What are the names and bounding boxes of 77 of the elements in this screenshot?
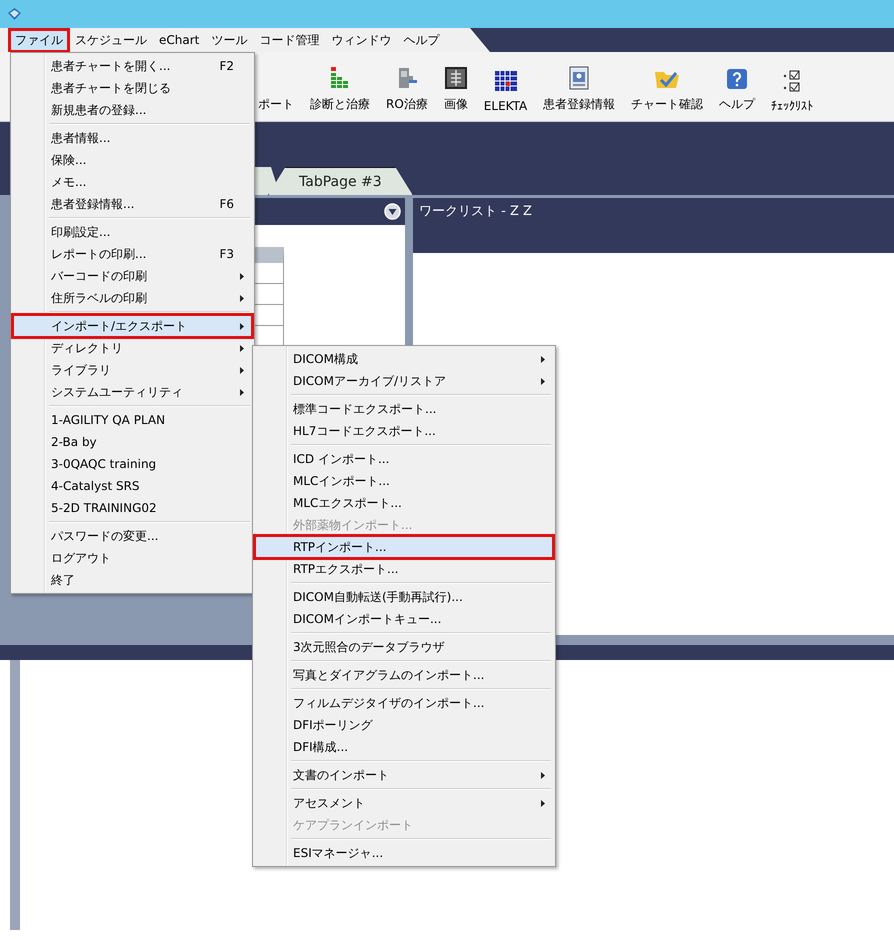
menu-item[interactable]: 新規患者の登録... [13, 99, 252, 121]
toolbar-button[interactable]: ﾁｪｯｸﾘｽﾄ [771, 69, 814, 113]
menu-item[interactable]: 終了 [13, 569, 252, 591]
dropdown-circle-icon[interactable] [384, 203, 401, 220]
menu-bar-item[interactable]: ツール [206, 30, 252, 50]
id-card-icon [567, 66, 592, 90]
menu-item[interactable]: メモ... [13, 171, 252, 193]
submenu-arrow-icon [240, 294, 244, 302]
menu-item[interactable]: 印刷設定... [13, 221, 252, 243]
menu-item[interactable]: 4-Catalyst SRS [13, 475, 252, 497]
submenu-arrow-icon [541, 356, 545, 362]
menu-item[interactable]: 患者登録情報... F6 [13, 193, 252, 215]
menu-item[interactable]: 患者チャートを閉じる [13, 77, 252, 99]
toolbar-button[interactable]: 患者登録情報 [543, 66, 616, 113]
menu-item[interactable]: DFIポーリング [255, 714, 553, 736]
toolbar-button[interactable]: ポート [258, 96, 294, 113]
menu-item[interactable]: HL7コードエクスポート... [255, 420, 553, 442]
grid-icon [494, 69, 518, 93]
submenu-arrow-icon [541, 378, 545, 384]
menu-item[interactable]: 写真とダイアグラムのインポート... [255, 664, 553, 686]
submenu-arrow-icon [240, 344, 244, 352]
menu-item[interactable]: DICOMアーカイブ/リストア [255, 370, 553, 392]
toolbar-button[interactable]: ELEKTA [484, 69, 528, 113]
tab[interactable]: TabPage #3 [268, 167, 413, 195]
menu-item[interactable]: 標準コードエクスポート... [255, 398, 553, 420]
menu-item[interactable]: DICOM構成 [255, 348, 553, 370]
submenu-arrow-icon [240, 272, 244, 280]
menu-bar-item[interactable]: コード管理 [254, 30, 324, 50]
toolbar-button[interactable]: 画像 [444, 66, 468, 113]
toolbar-button[interactable]: RO治療 [386, 66, 428, 113]
toolbar-button[interactable]: 診断と治療 [310, 66, 370, 113]
submenu-arrow-icon [240, 366, 244, 374]
help-icon [726, 68, 748, 90]
menu-item[interactable]: 3次元照合のデータブラウザ [255, 636, 553, 658]
chart-grid-icon [329, 66, 351, 90]
menu-item[interactable]: RTPエクスポート... [255, 558, 553, 580]
menu-item[interactable]: レポートの印刷... F3 [13, 243, 252, 265]
menu-item[interactable]: システムユーティリティ [13, 381, 252, 403]
menu-item[interactable]: MLCインポート... [255, 470, 553, 492]
submenu-arrow-icon [541, 772, 545, 778]
menu-item[interactable]: フィルムデジタイザのインポート... [255, 692, 553, 714]
submenu-arrow-icon [240, 322, 244, 330]
menu-item[interactable]: DFI構成... [255, 736, 553, 758]
menu-bar-item[interactable]: ヘルプ [398, 30, 444, 50]
menu-item[interactable]: 住所ラベルの印刷 [13, 287, 252, 309]
menu-item[interactable]: 患者情報... [13, 127, 252, 149]
menu-item[interactable]: バーコードの印刷 [13, 265, 252, 287]
menu-item[interactable]: 5-2D TRAINING02 [13, 497, 252, 519]
menu-bar-item[interactable]: ウィンドウ [326, 30, 396, 50]
menu-item[interactable]: ESIマネージャ... [255, 842, 553, 864]
menu-item[interactable]: 文書のインポート [255, 764, 553, 786]
menu-item[interactable]: DICOMインポートキュー... [255, 608, 553, 630]
xray-icon [444, 66, 468, 90]
menu-item[interactable]: パスワードの変更... [13, 525, 252, 547]
worklist-title: ワークリスト - Z Z [413, 198, 894, 253]
menu-item[interactable]: MLCエクスポート... [255, 492, 553, 514]
menu-item[interactable]: RTPインポート... [255, 536, 553, 558]
app-icon [8, 8, 21, 20]
menu-bar-item[interactable]: スケジュール [70, 30, 152, 50]
menu-item[interactable]: アセスメント [255, 792, 553, 814]
menu-item[interactable]: 1-AGILITY QA PLAN [13, 409, 252, 431]
menu-bar-item[interactable]: ファイル [10, 30, 68, 50]
submenu-arrow-icon [541, 800, 545, 806]
menu-item[interactable]: インポート/エクスポート [13, 315, 252, 337]
menu-bar-item[interactable]: eChart [154, 31, 204, 49]
toolbar-button[interactable]: チャート確認 [631, 66, 704, 113]
toolbar-button[interactable]: ヘルプ [719, 68, 756, 113]
menu-item[interactable]: 2-Ba by [13, 431, 252, 453]
menu-item[interactable]: DICOM自動転送(手動再試行)... [255, 586, 553, 608]
submenu-arrow-icon [240, 388, 244, 396]
menu-item[interactable]: ログアウト [13, 547, 252, 569]
menu-item[interactable]: 保険... [13, 149, 252, 171]
menu-item[interactable]: ICD インポート... [255, 448, 553, 470]
menu-item[interactable]: 患者チャートを開く... F2 [13, 55, 252, 77]
menu-item[interactable]: 3-0QAQC training [13, 453, 252, 475]
menu-item[interactable]: ライブラリ [13, 359, 252, 381]
menu-item[interactable]: ディレクトリ [13, 337, 252, 359]
